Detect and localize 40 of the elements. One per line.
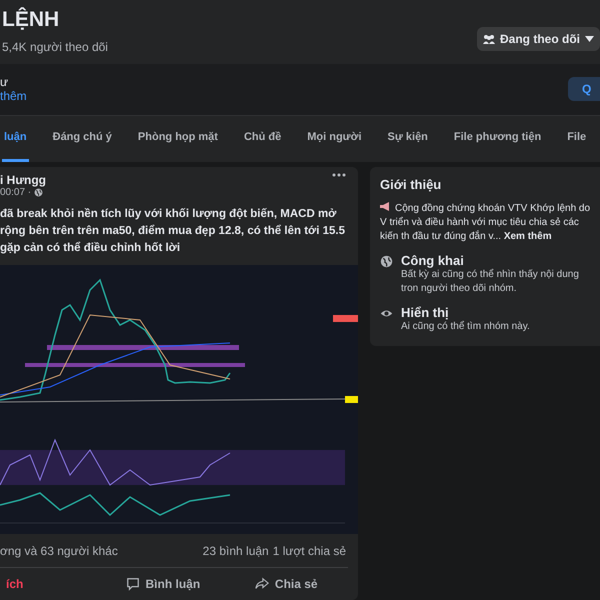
share-count[interactable]: 1 lượt chia sẻ [272, 544, 346, 558]
megaphone-icon [380, 202, 391, 211]
follower-count: 5,4K người theo dõi [2, 40, 108, 54]
action-button[interactable]: Q [568, 77, 600, 102]
banner-text: ư [0, 75, 10, 90]
privacy-title: Công khai [401, 253, 465, 268]
see-more-link[interactable]: thêm [0, 89, 27, 104]
nav-tab[interactable]: Mọi người [305, 116, 364, 162]
post-time[interactable]: 00:07 · [0, 187, 32, 198]
caret-icon [585, 36, 594, 42]
post-text: đã break khỏi nền tích lũy với khối lượng đột biến, MACD mở rộng bên trên trên ma50, điểm mua đẹp 12.8, có thể lên tới 15.5 gặp cản có thể điều chỉnh hốt lời [0, 207, 346, 256]
price-marker [345, 396, 358, 403]
post-author[interactable]: i Hưngg [0, 173, 46, 187]
nav-tab[interactable]: Chủ đề [242, 116, 284, 162]
comment-icon [126, 577, 140, 591]
about-title: Giới thiệu [380, 177, 442, 192]
privacy-description: Bất kỳ ai cũng có thể nhìn thấy nội dung tron người theo dõi nhóm. [401, 268, 580, 296]
share-arrow-icon [254, 577, 269, 591]
see-more-link[interactable]: Xem thêm [504, 231, 552, 242]
like-button[interactable]: ích [0, 568, 102, 600]
nav-tab[interactable]: Sự kiện [386, 116, 430, 162]
more-options-icon[interactable] [332, 173, 346, 177]
following-button[interactable]: Đang theo dõi [477, 27, 600, 51]
people-icon [483, 34, 495, 44]
privacy-title: Hiển thị [401, 305, 450, 320]
about-description: Cộng đồng chứng khoán VTV Khớp lệnh do V triển và điều hành với mục tiêu chia sẻ các kiến th đầu tư đúng đắn v... Xem thêm [380, 202, 592, 244]
globe-icon [380, 255, 393, 268]
nav-tab[interactable]: luận [2, 116, 29, 162]
nav-tab[interactable]: File phương tiện [452, 116, 544, 162]
globe-icon [34, 188, 44, 197]
privacy-description: Ai cũng có thể tìm nhóm này. [401, 320, 530, 334]
price-marker [333, 315, 358, 322]
reaction-summary[interactable]: ơng và 63 người khác [0, 544, 118, 558]
nav-tab[interactable]: Đáng chú ý [50, 116, 114, 162]
group-title: LỆNH [2, 8, 60, 32]
comment-button[interactable]: Bình luận [101, 568, 225, 600]
comment-count[interactable]: 23 bình luận [202, 544, 269, 558]
nav-tab[interactable]: Phòng họp mặt [136, 116, 220, 162]
share-button[interactable]: Chia sẻ [224, 568, 348, 600]
nav-tab[interactable]: File [565, 116, 588, 162]
